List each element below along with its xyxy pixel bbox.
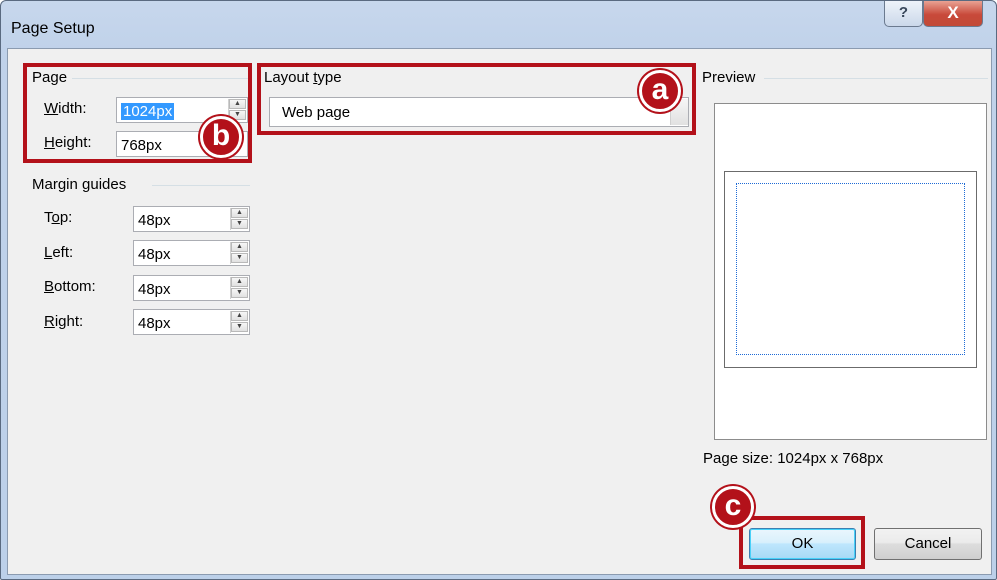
spin-down-icon[interactable]: ▼: [231, 322, 248, 332]
bottom-margin-input[interactable]: 48px ▲ ▼: [133, 275, 250, 301]
bottom-spinner[interactable]: ▲ ▼: [230, 277, 248, 299]
spin-down-icon[interactable]: ▼: [231, 219, 248, 229]
margin-group-divider: [152, 185, 250, 186]
left-margin-input[interactable]: 48px ▲ ▼: [133, 240, 250, 266]
spin-down-icon[interactable]: ▼: [231, 288, 248, 298]
top-margin-input[interactable]: 48px ▲ ▼: [133, 206, 250, 232]
top-label: Top:: [44, 209, 72, 226]
callout-a-frame: [257, 63, 696, 135]
spin-up-icon[interactable]: ▲: [231, 208, 248, 218]
callout-a-badge: a: [639, 70, 681, 112]
spin-up-icon[interactable]: ▲: [231, 242, 248, 252]
bottom-label: Bottom:: [44, 278, 96, 295]
dialog-title: Page Setup: [11, 20, 95, 37]
callout-c-badge: c: [712, 486, 754, 528]
page-size-text: Page size: 1024px x 768px: [703, 450, 884, 467]
spin-down-icon[interactable]: ▼: [231, 253, 248, 263]
left-margin-value: 48px: [138, 246, 171, 263]
bottom-label-text: Bottom:: [44, 278, 96, 295]
preview-divider: [764, 78, 988, 79]
callout-b-badge: b: [200, 116, 242, 158]
close-icon: X: [947, 3, 959, 22]
callout-c-frame: [739, 516, 865, 569]
help-icon: ?: [898, 4, 909, 21]
left-label-text: Left:: [44, 244, 74, 261]
right-label: Right:: [44, 313, 83, 330]
margin-group-title: Margin guides: [32, 176, 127, 193]
right-spinner[interactable]: ▲ ▼: [230, 311, 248, 333]
bottom-margin-value: 48px: [138, 281, 171, 298]
top-margin-value: 48px: [138, 212, 171, 229]
help-button[interactable]: ?: [884, 1, 923, 27]
close-button[interactable]: X: [923, 1, 983, 27]
preview-page: [724, 171, 977, 368]
spin-up-icon[interactable]: ▲: [231, 311, 248, 321]
top-spinner[interactable]: ▲ ▼: [230, 208, 248, 230]
spin-up-icon[interactable]: ▲: [231, 277, 248, 287]
left-label: Left:: [44, 244, 73, 261]
preview-pane: [714, 103, 987, 440]
preview-margin-guides: [736, 183, 965, 355]
left-spinner[interactable]: ▲ ▼: [230, 242, 248, 264]
cancel-button[interactable]: Cancel: [874, 528, 982, 560]
right-margin-value: 48px: [138, 315, 171, 332]
top-label-text: Top:: [44, 209, 73, 226]
right-margin-input[interactable]: 48px ▲ ▼: [133, 309, 250, 335]
preview-title: Preview: [702, 69, 756, 86]
right-label-text: Right:: [44, 313, 84, 330]
title-bar[interactable]: Page Setup ? X: [1, 1, 996, 41]
